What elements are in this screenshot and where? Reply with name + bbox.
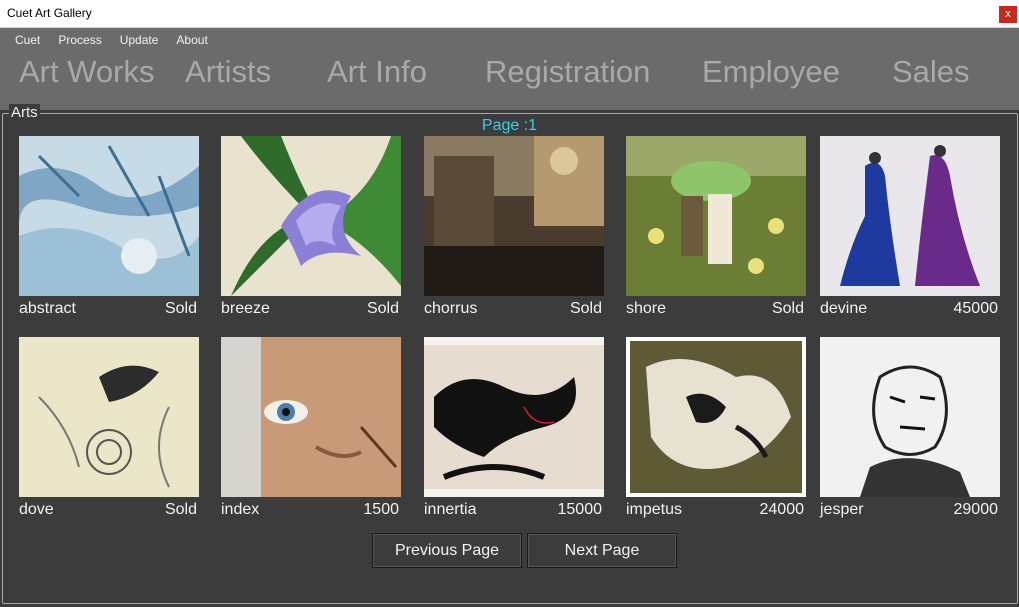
art-image-chorrus[interactable] — [424, 136, 604, 296]
art-card: dove Sold — [19, 337, 201, 527]
nav-artists[interactable]: Artists — [185, 54, 271, 90]
art-card: innertia 15000 — [424, 337, 606, 527]
page-label: Page :1 — [481, 117, 538, 134]
art-card: breeze Sold — [221, 136, 403, 326]
title-bar: Cuet Art Gallery x — [0, 0, 1019, 28]
art-price: Sold — [164, 300, 197, 317]
art-price: Sold — [164, 501, 197, 518]
art-image-dove[interactable] — [19, 337, 199, 497]
nav-art-works[interactable]: Art Works — [19, 54, 155, 90]
previous-page-button[interactable]: Previous Page — [372, 533, 522, 568]
nav-art-info[interactable]: Art Info — [327, 54, 427, 90]
art-image-shore[interactable] — [626, 136, 806, 296]
art-name: index — [221, 501, 260, 518]
art-image-innertia[interactable] — [424, 337, 604, 497]
art-name: jesper — [820, 501, 864, 518]
art-card: abstract Sold — [19, 136, 201, 326]
art-image-impetus[interactable] — [626, 337, 806, 497]
art-card: impetus 24000 — [626, 337, 808, 527]
art-name: shore — [626, 300, 667, 317]
menu-item-process[interactable]: Process — [58, 33, 101, 47]
art-name: devine — [820, 300, 868, 317]
art-card: index 1500 — [221, 337, 403, 527]
art-name: dove — [19, 501, 54, 518]
art-price: 15000 — [557, 501, 603, 518]
art-name: impetus — [626, 501, 683, 518]
art-name: breeze — [221, 300, 270, 317]
art-image-abstract[interactable] — [19, 136, 199, 296]
nav-registration[interactable]: Registration — [485, 54, 650, 90]
top-bar: Cuet Process Update About Art Works Arti… — [0, 28, 1019, 110]
art-card: chorrus Sold — [424, 136, 606, 326]
window-title: Cuet Art Gallery — [7, 6, 92, 20]
menu-item-cuet[interactable]: Cuet — [15, 33, 40, 47]
art-name: chorrus — [424, 300, 478, 317]
menu-item-update[interactable]: Update — [120, 33, 159, 47]
art-card: shore Sold — [626, 136, 808, 326]
art-card: devine 45000 — [820, 136, 1002, 326]
art-price: 29000 — [953, 501, 999, 518]
art-image-jesper[interactable] — [820, 337, 1000, 497]
art-card: jesper 29000 — [820, 337, 1002, 527]
art-price: Sold — [569, 300, 602, 317]
art-price: 24000 — [759, 501, 805, 518]
menu-item-about[interactable]: About — [176, 33, 207, 47]
nav-sales[interactable]: Sales — [892, 54, 970, 90]
next-page-button[interactable]: Next Page — [527, 533, 677, 568]
art-price: Sold — [771, 300, 804, 317]
art-image-devine[interactable] — [820, 136, 1000, 296]
nav-employee[interactable]: Employee — [702, 54, 840, 90]
art-image-index[interactable] — [221, 337, 401, 497]
art-price: 45000 — [953, 300, 999, 317]
art-price: 1500 — [363, 501, 399, 518]
menu-bar: Cuet Process Update About — [15, 33, 208, 47]
art-price: Sold — [366, 300, 399, 317]
art-name: abstract — [19, 300, 76, 317]
close-button[interactable]: x — [999, 6, 1017, 23]
art-name: innertia — [424, 501, 477, 518]
art-image-breeze[interactable] — [221, 136, 401, 296]
